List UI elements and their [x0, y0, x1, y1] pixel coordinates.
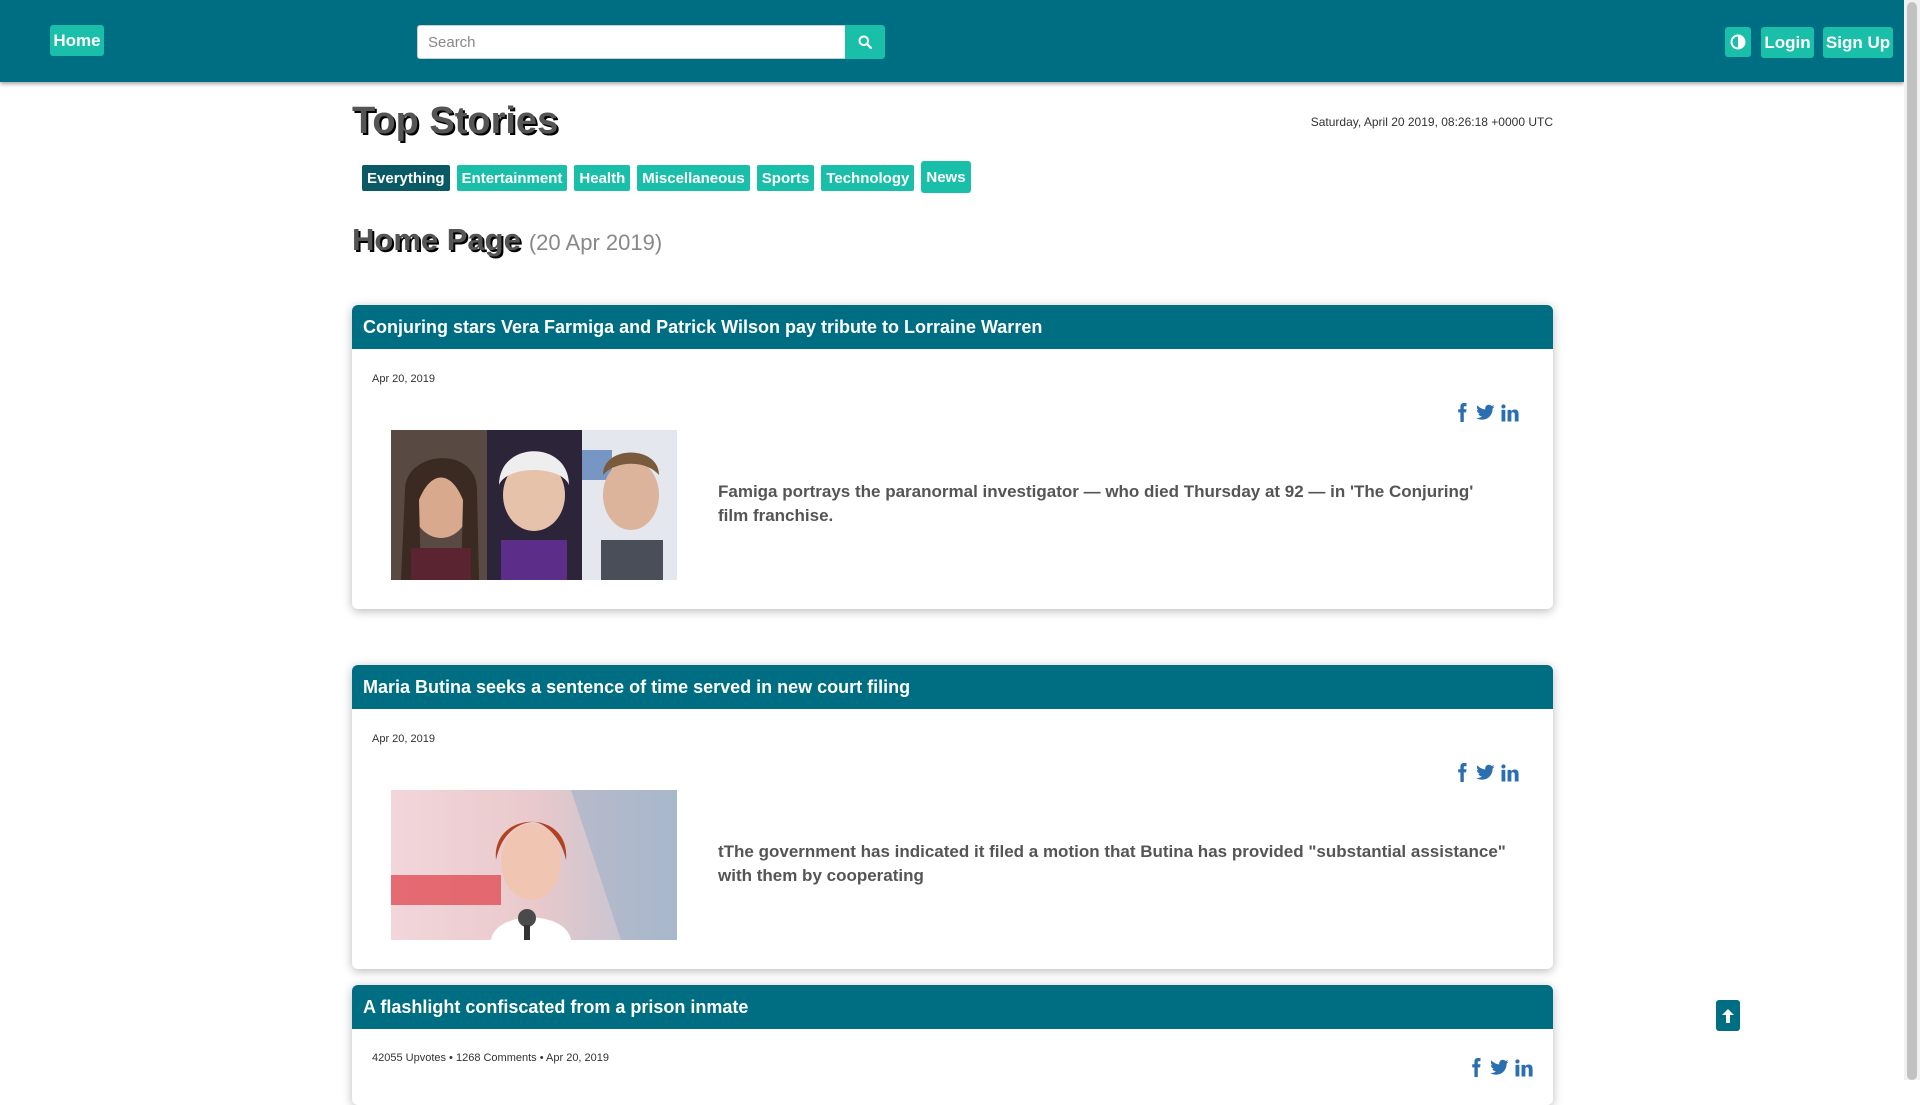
- category-tabs: Everything Entertainment Health Miscella…: [362, 161, 971, 193]
- search-bar: [417, 25, 885, 59]
- section-date: (20 Apr 2019): [528, 230, 663, 255]
- scroll-to-top-button[interactable]: [1716, 1000, 1740, 1031]
- three-portraits-photo: [391, 430, 677, 580]
- story-meta: 42055 Upvotes • 1268 Comments • Apr 20, …: [372, 1052, 610, 1064]
- twitter-icon[interactable]: [1490, 1059, 1509, 1076]
- arrow-up-icon: [1722, 1008, 1734, 1023]
- linkedin-icon[interactable]: [1515, 1058, 1533, 1077]
- share-buttons: [1468, 1058, 1533, 1077]
- story-card: Maria Butina seeks a sentence of time se…: [352, 665, 1553, 969]
- section-title-text: Home Page: [352, 222, 521, 257]
- linkedin-icon[interactable]: [1501, 403, 1519, 422]
- story-title-link[interactable]: Maria Butina seeks a sentence of time se…: [352, 665, 1553, 709]
- search-button[interactable]: [845, 25, 885, 59]
- twitter-icon[interactable]: [1476, 404, 1495, 421]
- search-icon: [858, 35, 872, 49]
- tab-health[interactable]: Health: [574, 165, 631, 191]
- tab-entertainment[interactable]: Entertainment: [456, 165, 568, 191]
- story-card: A flashlight confiscated from a prison i…: [352, 985, 1553, 1105]
- linkedin-icon[interactable]: [1501, 763, 1519, 782]
- contrast-icon: [1730, 34, 1746, 50]
- story-title-link[interactable]: A flashlight confiscated from a prison i…: [352, 985, 1553, 1029]
- speaker-at-microphone-photo: [391, 790, 677, 940]
- share-buttons: [1454, 763, 1519, 782]
- story-title-link[interactable]: Conjuring stars Vera Farmiga and Patrick…: [352, 305, 1553, 349]
- tab-everything[interactable]: Everything: [362, 165, 450, 191]
- story-summary: Famiga portrays the paranormal investiga…: [718, 482, 1474, 525]
- top-navbar: Home Login Sign Up: [0, 0, 1904, 82]
- scrollbar-thumb[interactable]: [1907, 2, 1917, 1080]
- tab-news[interactable]: News: [921, 161, 971, 193]
- section-title: Home Page (20 Apr 2019): [352, 222, 662, 258]
- facebook-icon[interactable]: [1454, 403, 1470, 422]
- story-meta: Apr 20, 2019: [372, 733, 435, 745]
- tab-sports[interactable]: Sports: [756, 165, 815, 191]
- story-image[interactable]: [391, 790, 677, 940]
- share-buttons: [1454, 403, 1519, 422]
- current-datetime: Saturday, April 20 2019, 08:26:18 +0000 …: [1310, 115, 1553, 129]
- theme-toggle-button[interactable]: [1725, 27, 1751, 57]
- page-title: Top Stories: [352, 100, 559, 142]
- search-input[interactable]: [417, 25, 845, 59]
- tab-miscellaneous[interactable]: Miscellaneous: [637, 165, 750, 191]
- home-button[interactable]: Home: [50, 25, 104, 56]
- story-card: Conjuring stars Vera Farmiga and Patrick…: [352, 305, 1553, 609]
- story-image[interactable]: [391, 430, 677, 580]
- facebook-icon[interactable]: [1454, 763, 1470, 782]
- story-meta: Apr 20, 2019: [372, 373, 435, 385]
- story-summary: tThe government has indicated it filed a…: [718, 842, 1506, 885]
- facebook-icon[interactable]: [1468, 1058, 1484, 1077]
- twitter-icon[interactable]: [1476, 764, 1495, 781]
- signup-button[interactable]: Sign Up: [1823, 27, 1893, 58]
- tab-technology[interactable]: Technology: [821, 165, 915, 191]
- login-button[interactable]: Login: [1761, 27, 1814, 58]
